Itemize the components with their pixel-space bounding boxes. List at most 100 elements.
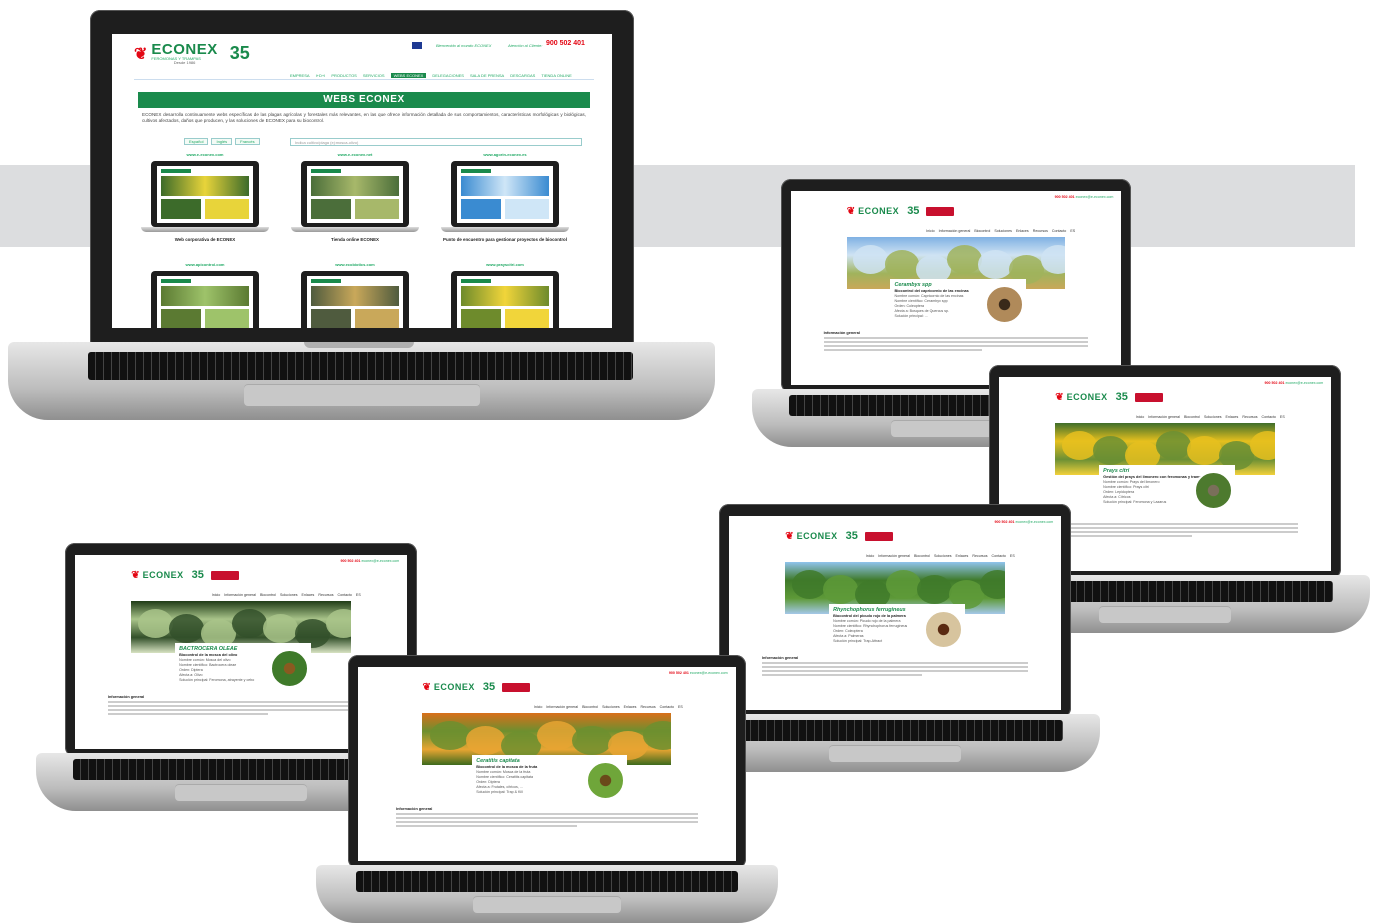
species-nav-item[interactable]: Recursos <box>640 705 655 709</box>
phone-number[interactable]: 900 502 401 <box>546 40 585 47</box>
search-input[interactable]: Indica cultivo/plaga (ej:mosca-olivo) <box>290 138 582 146</box>
mini-screen <box>457 166 553 223</box>
topbar-phone[interactable]: 900 502 401 <box>1264 381 1284 385</box>
species-nav-item[interactable]: Inicio <box>1136 415 1144 419</box>
topbar-email[interactable]: econex@e-econex.com <box>1285 381 1323 385</box>
nav-item[interactable]: TIENDA ONLINE <box>541 73 571 78</box>
topbar-phone[interactable]: 900 502 401 <box>994 520 1014 524</box>
web-card-url[interactable]: www.prayscitri.com <box>430 262 580 267</box>
species-nav-item[interactable]: Inicio <box>866 554 874 558</box>
species-nav-item[interactable]: Enlaces <box>302 593 315 597</box>
language-button[interactable]: Inglés <box>211 138 233 145</box>
nav-item[interactable]: SALA DE PRENSA <box>470 73 504 78</box>
species-nav-item[interactable]: Enlaces <box>624 705 637 709</box>
hero-foliage <box>1249 430 1275 460</box>
contact-topbar: 900 502 401 econex@e-econex.com <box>1055 195 1114 199</box>
topbar-email[interactable]: econex@e-econex.com <box>1015 520 1053 524</box>
species-nav-item[interactable]: Inicio <box>534 705 542 709</box>
nav-item[interactable]: SERVICIOS <box>363 73 385 78</box>
web-card[interactable]: www.apicontrol.com <box>130 262 280 328</box>
species-nav-item[interactable]: Biocontrol <box>1184 415 1200 419</box>
topbar-email[interactable]: econex@e-econex.com <box>1076 195 1114 199</box>
web-card-url[interactable]: www.agorin-econex.es <box>430 152 580 157</box>
species-nav-item[interactable]: Información general <box>1148 415 1180 419</box>
site-logo[interactable]: ❦ ECONEX 35 <box>1055 391 1163 403</box>
topbar-phone[interactable]: 900 502 401 <box>669 671 689 675</box>
web-card-url[interactable]: www.e-econex.net <box>280 152 430 157</box>
nav-item[interactable]: DESCARGAS <box>510 73 535 78</box>
hero-foliage <box>884 250 920 279</box>
topbar-phone[interactable]: 900 502 401 <box>1055 195 1075 199</box>
species-nav-item[interactable]: ES <box>1070 229 1075 233</box>
text-line <box>396 817 698 820</box>
site-logo[interactable]: ❦ ECONEX 35 <box>847 205 955 217</box>
species-nav-item[interactable]: Información general <box>224 593 256 597</box>
nav-item[interactable]: DELEGACIONES <box>432 73 464 78</box>
web-card[interactable]: www.e-econex.com Web corporativa de ECON… <box>130 152 280 242</box>
nav-item[interactable]: WEBS ECONEX <box>390 73 427 78</box>
web-card[interactable]: www.prayscitri.com <box>430 262 580 328</box>
web-card-url[interactable]: www.ecobiotics.com <box>280 262 430 267</box>
certification-badge <box>1134 392 1163 402</box>
phone-label: Atención al Cliente: <box>508 43 543 48</box>
species-nav-item[interactable]: Recursos <box>1033 229 1048 233</box>
site-logo[interactable]: ❦ ECONEX 35 <box>785 530 893 542</box>
species-nav-item[interactable]: Biocontrol <box>260 593 276 597</box>
species-nav-item[interactable]: Biocontrol <box>914 554 930 558</box>
text-line <box>761 670 1029 673</box>
nav-item[interactable]: EMPRESA <box>290 73 310 78</box>
species-nav-item[interactable]: Biocontrol <box>974 229 990 233</box>
hero-foliage <box>325 608 351 638</box>
species-nav-item[interactable]: Enlaces <box>956 554 969 558</box>
species-nav-item[interactable]: Inicio <box>212 593 220 597</box>
species-nav-item[interactable]: Información general <box>546 705 578 709</box>
topbar-email[interactable]: econex@e-econex.com <box>690 671 728 675</box>
species-nav-item[interactable]: Soluciones <box>280 593 298 597</box>
species-nav-item[interactable]: ES <box>1010 554 1015 558</box>
species-nav-item[interactable]: Soluciones <box>934 554 952 558</box>
contact-topbar: 900 502 401 econex@e-econex.com <box>1264 381 1323 385</box>
butterfly-icon: ❦ <box>422 681 431 693</box>
species-nav-item[interactable]: Soluciones <box>602 705 620 709</box>
species-nav-item[interactable]: Soluciones <box>1204 415 1222 419</box>
site-logo[interactable]: ❦ ECONEX 35 <box>131 569 239 581</box>
language-button[interactable]: Español <box>184 138 209 145</box>
hero-foliage <box>137 608 173 638</box>
species-nav-item[interactable]: Contacto <box>1052 229 1066 233</box>
species-nav-item[interactable]: ES <box>356 593 361 597</box>
web-card[interactable]: www.agorin-econex.es Punto de encuentro … <box>430 152 580 242</box>
species-nav-item[interactable]: Enlaces <box>1016 229 1029 233</box>
species-nav-item[interactable]: Enlaces <box>1226 415 1239 419</box>
section-heading: Información general <box>761 656 799 661</box>
species-nav-item[interactable]: ES <box>678 705 683 709</box>
nav-item[interactable]: I+D+i <box>316 73 326 78</box>
nav-item[interactable]: PRODUCTOS <box>331 73 356 78</box>
topbar-email[interactable]: econex@e-econex.com <box>361 559 399 563</box>
web-card[interactable]: www.e-econex.net Tienda online ECONEX <box>280 152 430 242</box>
hero-foliage <box>1187 436 1223 465</box>
species-nav-item[interactable]: Soluciones <box>994 229 1012 233</box>
species-nav-item[interactable]: Información general <box>939 229 971 233</box>
hero-foliage <box>429 720 470 750</box>
species-nav-item[interactable]: Recursos <box>1242 415 1257 419</box>
hero-foliage <box>946 244 982 274</box>
language-button[interactable]: Francés <box>235 138 260 145</box>
species-nav-item[interactable]: ES <box>1280 415 1285 419</box>
species-nav-item[interactable]: Contacto <box>338 593 352 597</box>
site-logo[interactable]: ❦ ECONEX FEROMONAS Y TRAMPAS Desde 1986 … <box>134 42 250 65</box>
species-nav-item[interactable]: Biocontrol <box>582 705 598 709</box>
site-logo[interactable]: ❦ ECONEX 35 <box>422 681 531 693</box>
species-nav-item[interactable]: Contacto <box>660 705 674 709</box>
species-nav-item[interactable]: Inicio <box>926 229 934 233</box>
species-nav-item[interactable]: Recursos <box>318 593 333 597</box>
species-nav-item[interactable]: Contacto <box>1262 415 1276 419</box>
species-nav-item[interactable]: Información general <box>878 554 910 558</box>
species-nav-item[interactable]: Contacto <box>992 554 1006 558</box>
web-card-url[interactable]: www.e-econex.com <box>130 152 280 157</box>
laptop-screen: 900 502 401 econex@e-econex.com ❦ ECONEX 35… <box>728 516 1062 711</box>
topbar-phone[interactable]: 900 502 401 <box>340 559 360 563</box>
web-card[interactable]: www.ecobiotics.com <box>280 262 430 328</box>
web-card-url[interactable]: www.apicontrol.com <box>130 262 280 267</box>
hero-foliage <box>536 720 577 750</box>
species-nav-item[interactable]: Recursos <box>972 554 987 558</box>
